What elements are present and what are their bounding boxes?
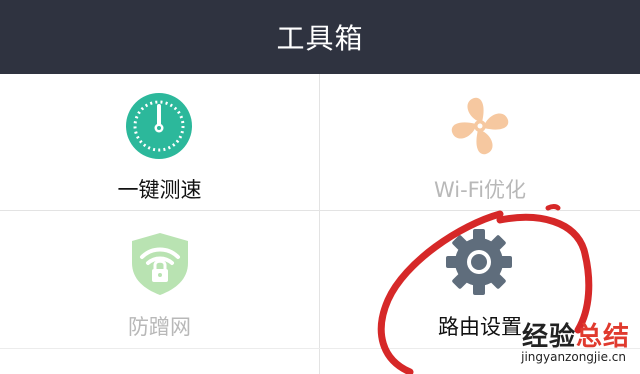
gear-icon (444, 227, 514, 297)
tool-speed-test[interactable]: 一键测速 (0, 74, 319, 210)
wifi-shield-icon (126, 229, 194, 297)
fan-icon (446, 92, 514, 160)
watermark-url: jingyanzongjie.cn (521, 350, 626, 364)
watermark-logo: 经验总结 (522, 316, 630, 353)
tool-label: Wi-Fi优化 (433, 178, 527, 202)
watermark-prefix: 经验 (521, 322, 576, 352)
tool-anti-leech[interactable]: 防蹭网 (0, 211, 319, 348)
page-title: 工具箱 (276, 22, 364, 55)
tool-label: 防蹭网 (128, 315, 191, 339)
watermark-accent: 总结 (575, 322, 630, 352)
speedometer-icon (125, 92, 193, 160)
tool-wifi-optimize[interactable]: Wi-Fi优化 (320, 74, 640, 210)
tool-label: 一键测速 (117, 178, 202, 202)
toolbox-header: 工具箱 (0, 0, 640, 74)
